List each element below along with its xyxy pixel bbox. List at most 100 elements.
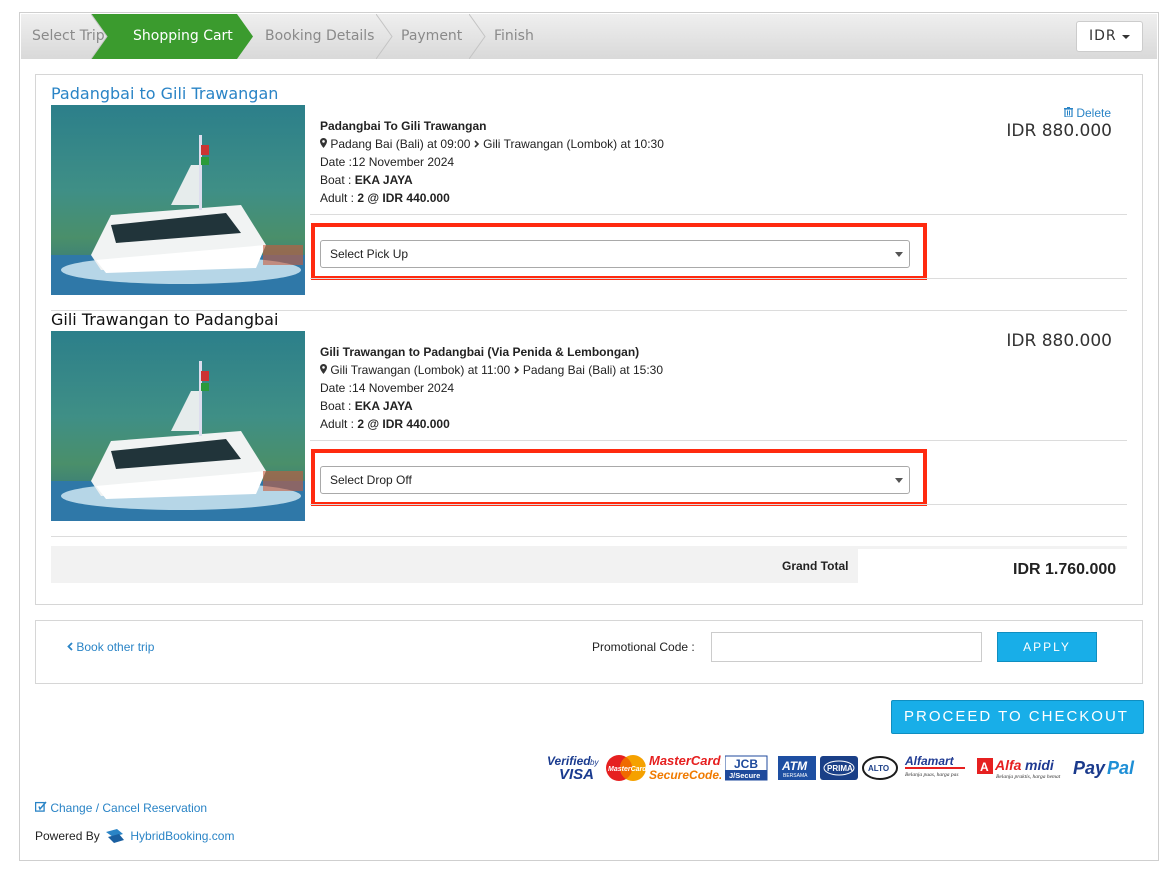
route-from: Gili Trawangan (Lombok) at 11:00 <box>330 363 511 377</box>
trip-details: Padangbai To Gili Trawangan Padang Bai (… <box>320 117 664 207</box>
chevron-right-icon <box>513 366 519 374</box>
currency-dropdown[interactable]: IDR <box>1076 21 1143 52</box>
step-finish[interactable]: Finish <box>494 14 534 59</box>
pickup-select-value: Select Pick Up <box>330 247 409 261</box>
mastercard-securecode-logo: MasterCard. SecureCode. <box>649 753 721 782</box>
trip-price: IDR 880.000 <box>1006 121 1112 141</box>
svg-text:JCB: JCB <box>734 757 758 771</box>
svg-text:Belanja praktis, harga hemat: Belanja praktis, harga hemat <box>996 774 1061 780</box>
trip-title-link[interactable]: Padangbai to Gili Trawangan <box>51 84 278 103</box>
chevron-right-icon <box>474 140 479 148</box>
trip-date: Date :12 November 2024 <box>320 155 455 169</box>
route-to: Padang Bai (Bali) at 15:30 <box>522 363 663 377</box>
apply-button[interactable]: APPLY <box>997 632 1097 662</box>
step-divider-icon <box>376 14 393 59</box>
adult-value: 2 @ IDR 440.000 <box>357 417 450 431</box>
booking-frame: Select Trip Shopping Cart Booking Detail… <box>19 12 1159 861</box>
book-other-trip-label: Book other trip <box>76 640 155 654</box>
svg-text:Alfa: Alfa <box>994 757 1022 773</box>
book-other-trip-link[interactable]: Book other trip <box>67 640 154 654</box>
boat-name: EKA JAYA <box>354 399 413 413</box>
step-arrow-active <box>237 14 253 59</box>
step-divider-icon <box>469 14 486 59</box>
svg-text:Pal: Pal <box>1107 758 1135 778</box>
powered-by: Powered By HybridBooking.com <box>35 828 234 844</box>
payment-logos: Verified by VISA MasterCard MasterCard. … <box>545 751 1145 787</box>
map-marker-icon <box>320 138 327 148</box>
dropoff-select-value: Select Drop Off <box>330 473 412 487</box>
trip-adult: Adult : 2 @ IDR 440.000 <box>320 191 450 205</box>
trip-header: Padangbai To Gili Trawangan <box>320 119 487 133</box>
progress-steps: Select Trip Shopping Cart Booking Detail… <box>21 14 1157 59</box>
trip-details: Gili Trawangan to Padangbai (Via Penida … <box>320 343 663 433</box>
trip-price: IDR 880.000 <box>1006 331 1112 351</box>
change-cancel-label: Change / Cancel Reservation <box>50 801 208 815</box>
svg-text:A: A <box>980 760 989 774</box>
trip-boat: Boat : EKA JAYA <box>320 173 413 187</box>
trash-icon <box>1064 107 1073 118</box>
hybridbooking-logo-icon <box>106 829 125 843</box>
svg-text:MasterCard.: MasterCard. <box>649 753 721 768</box>
prima-logo: PRIMA <box>820 756 858 780</box>
currency-value: IDR <box>1089 28 1117 44</box>
divider <box>310 440 1127 441</box>
step-booking-details[interactable]: Booking Details <box>265 14 374 59</box>
atm-bersama-logo: ATM BERSAMA <box>778 756 816 780</box>
trip-route: Gili Trawangan (Lombok) at 11:00 Padang … <box>320 361 663 379</box>
pickup-select[interactable]: Select Pick Up <box>320 240 910 268</box>
divider <box>310 214 1127 215</box>
divider <box>51 536 1127 537</box>
trip-title: Gili Trawangan to Padangbai <box>51 310 279 329</box>
alfamidi-logo: A Alfa midi Belanja praktis, harga hemat <box>977 757 1061 780</box>
map-marker-icon <box>320 364 327 374</box>
grand-total-label: Grand Total <box>782 559 849 573</box>
boat-image <box>51 331 305 521</box>
svg-text:Alfamart: Alfamart <box>904 754 955 768</box>
trip-boat: Boat : EKA JAYA <box>320 399 413 413</box>
dropdown-arrow-icon <box>895 478 903 483</box>
trip-header: Gili Trawangan to Padangbai (Via Penida … <box>320 345 640 359</box>
svg-text:ALTO: ALTO <box>868 764 889 773</box>
dropdown-arrow-icon <box>895 252 903 257</box>
hybridbooking-link[interactable]: HybridBooking.com <box>130 829 234 843</box>
trip-adult: Adult : 2 @ IDR 440.000 <box>320 417 450 431</box>
checkout-label: PROCEED TO CHECKOUT <box>904 708 1129 725</box>
alfamart-logo: Alfamart Belanja puas, harga pas <box>904 754 965 778</box>
svg-text:Belanja puas, harga pas: Belanja puas, harga pas <box>905 772 959 778</box>
svg-text:J/Secure: J/Secure <box>729 771 760 780</box>
svg-text:SecureCode.: SecureCode. <box>649 768 721 782</box>
caret-down-icon <box>1122 35 1130 39</box>
grand-total-value: IDR 1.760.000 <box>1013 561 1117 578</box>
svg-text:MasterCard: MasterCard <box>608 766 647 773</box>
step-payment[interactable]: Payment <box>401 14 462 59</box>
change-cancel-reservation-link[interactable]: Change / Cancel Reservation <box>34 801 208 815</box>
jcb-jsecure-logo: JCB J/Secure <box>725 755 768 781</box>
powered-by-label: Powered By <box>35 829 100 843</box>
promo-code-input[interactable] <box>711 632 982 662</box>
svg-text:VISA: VISA <box>559 766 594 783</box>
delete-label: Delete <box>1076 106 1112 120</box>
svg-text:BERSAMA: BERSAMA <box>783 773 808 779</box>
adult-value: 2 @ IDR 440.000 <box>357 191 450 205</box>
route-to: Gili Trawangan (Lombok) at 10:30 <box>483 137 664 151</box>
proceed-to-checkout-button[interactable]: PROCEED TO CHECKOUT <box>891 700 1144 754</box>
trip-date: Date :14 November 2024 <box>320 381 455 395</box>
cart-panel: Padangbai to Gili Trawangan Padangbai To… <box>35 74 1143 605</box>
chevron-left-icon <box>67 642 73 651</box>
divider <box>310 504 1127 505</box>
divider <box>310 278 1127 279</box>
alto-logo: ALTO <box>862 756 898 780</box>
step-shopping-cart: Shopping Cart <box>107 14 237 59</box>
promo-code-label: Promotional Code : <box>592 640 695 654</box>
svg-text:Pay: Pay <box>1073 758 1106 778</box>
delete-button[interactable]: Delete <box>1064 106 1111 120</box>
svg-text:midi: midi <box>1025 757 1055 773</box>
boat-image <box>51 105 305 295</box>
promo-panel: Book other trip Promotional Code : APPLY <box>35 620 1143 684</box>
trip-route: Padang Bai (Bali) at 09:00 Gili Trawanga… <box>320 135 664 153</box>
verified-by-visa-logo: Verified by VISA <box>547 754 599 783</box>
dropoff-select[interactable]: Select Drop Off <box>320 466 910 494</box>
step-divider-icon <box>91 14 108 59</box>
edit-icon <box>34 801 47 812</box>
mastercard-logo: MasterCard <box>606 755 647 781</box>
